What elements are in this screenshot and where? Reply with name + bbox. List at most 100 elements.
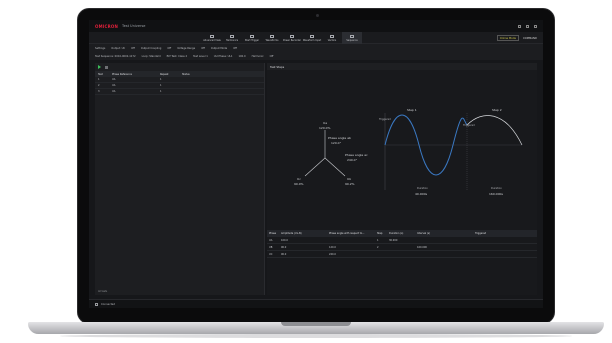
ribbon-bar: Advanced View Harmonics Start Trigger Wavef… [89, 32, 543, 44]
column-header[interactable]: Phase [269, 232, 281, 235]
column-header[interactable]: Phase angle with respect to... [329, 232, 377, 235]
table-cell: 1 [98, 78, 100, 81]
ribbon-tab-advanced-view[interactable]: Advanced View [202, 32, 222, 44]
column-header[interactable]: Duration (s) [389, 232, 417, 235]
laptop-notch [281, 322, 351, 326]
column-header[interactable]: Step [377, 232, 389, 235]
table-cell[interactable]: 100.0 [281, 239, 329, 242]
setting-field[interactable]: ULI Phase: UL1 [214, 55, 233, 58]
duration1-value: 40.000s [415, 192, 427, 196]
connection-icon [95, 302, 98, 306]
ribbon-tab-sequence[interactable]: Sequence [342, 32, 362, 44]
setting-field[interactable]: Harmonic [252, 55, 264, 58]
sequence-icon [350, 34, 354, 38]
table-cell[interactable]: 160.000 [417, 246, 475, 249]
laptop-stage: OMICRON Test Universe Advanced View Harmo… [0, 0, 612, 343]
user-label[interactable]: COMMAND [523, 37, 537, 40]
column-header[interactable]: Status [182, 73, 222, 76]
stop-icon[interactable] [105, 65, 108, 69]
table-cell: 3 [98, 90, 100, 93]
laptop-shadow [60, 334, 572, 338]
waveform-icon [270, 34, 274, 38]
window-controls [518, 24, 537, 28]
vector-icon [330, 34, 334, 38]
setting-field[interactable]: Off [131, 47, 135, 50]
table-cell[interactable]: 90.0 [281, 253, 329, 256]
step-parameter-table: Phase Amplitude (UL-N) Phase angle with re… [267, 230, 537, 295]
setting-field[interactable]: Voltage Range [177, 47, 195, 50]
table-row[interactable]: UC 90.0 240.0 [267, 251, 537, 258]
table-cell[interactable]: 120.0 [329, 246, 377, 249]
setting-field[interactable]: Test Sequence: 0010-0002-1172 [95, 55, 136, 58]
vector-and-waveform-plot: Ua 120.0% Phase angle ab 120.0° Phase an… [294, 108, 523, 196]
ribbon-tab-start-trigger[interactable]: Start Trigger [242, 32, 262, 44]
play-icon[interactable] [98, 65, 101, 69]
close-icon[interactable] [534, 24, 537, 28]
test-list-footer: All tests [98, 290, 108, 293]
column-header[interactable]: Interval (s) [417, 232, 475, 235]
table-cell[interactable]: UB [269, 246, 281, 249]
ribbon-tab-harmonics[interactable]: Harmonics [222, 32, 242, 44]
setting-field[interactable]: Off [233, 47, 237, 50]
ribbon-tab-waveform-input[interactable]: Waveform Input [302, 32, 322, 44]
setting-field[interactable]: Output Mode [211, 47, 227, 50]
setting-field[interactable]: ELT Test: Class 2 [167, 55, 187, 58]
phasor-diagram: Ua 120.0% Phase angle ab 120.0° Phase an… [294, 121, 368, 186]
ua-value: 120.0% [319, 126, 331, 130]
setting-field[interactable]: Off [167, 47, 171, 50]
minimize-icon[interactable] [518, 24, 521, 28]
setting-field[interactable]: Settings [95, 47, 105, 50]
sine-wave-step2 [466, 115, 523, 146]
table-cell[interactable]: UA [269, 239, 281, 242]
table-cell[interactable]: 90.0 [281, 246, 329, 249]
column-header[interactable]: Test [98, 73, 112, 76]
app-title: Test Universe [122, 24, 146, 28]
column-header[interactable]: Triggered [475, 232, 527, 235]
ribbon-tab-label: Start Trigger [244, 38, 260, 42]
uc-label: Uc [297, 177, 301, 181]
setting-field[interactable]: Output: UC [111, 47, 125, 50]
column-header[interactable]: Amplitude (UL-N) [281, 232, 329, 235]
panel-title: Test Steps [267, 63, 537, 70]
setting-field[interactable]: 100.0 [238, 55, 245, 58]
setting-field[interactable]: Loop: Standard [142, 55, 161, 58]
ribbon-tab-label: Advanced View [203, 38, 221, 42]
ribbon-tab-vectors[interactable]: Vectors [322, 32, 342, 44]
table-cell[interactable]: 2 [377, 246, 389, 249]
table-row[interactable]: UB 90.0 120.0 2 160.000 [267, 244, 537, 251]
app-logo: OMICRON [95, 23, 119, 29]
setting-field[interactable]: Off [201, 47, 205, 50]
ribbon-tab-label: Power Recorder [283, 38, 301, 42]
test-row[interactable]: 3 UA 1 [95, 89, 264, 95]
step1-label: Step 1 [407, 108, 417, 112]
step-table-rows: UA 100.0 1 30.000 UB 90.0 120.0 2 160.000 UC 90.0 2… [267, 237, 537, 258]
setting-field[interactable]: Off [270, 55, 274, 58]
table-cell: 1 [160, 90, 162, 93]
table-cell[interactable]: 1 [377, 239, 389, 242]
app-window: OMICRON Test Universe Advanced View Harmo… [89, 20, 543, 308]
ribbon-right: Online Mode COMMAND [496, 35, 537, 41]
setting-field[interactable]: Output Coupling [141, 47, 162, 50]
ribbon-tab-power-recorder[interactable]: Power Recorder [282, 32, 302, 44]
setting-field[interactable]: Test Level 1 [193, 55, 208, 58]
phasor-ub [324, 157, 346, 177]
table-cell: 1 [160, 84, 162, 87]
phase-ab-value: 120.0° [331, 141, 342, 145]
phasor-uc [304, 157, 326, 177]
table-cell[interactable]: 30.000 [389, 239, 417, 242]
table-row[interactable]: UA 100.0 1 30.000 [267, 237, 537, 244]
column-header[interactable]: Repeat [160, 73, 182, 76]
phase-ac-value: 240.0° [347, 158, 358, 162]
title-bar: OMICRON Test Universe [89, 20, 543, 32]
maximize-icon[interactable] [526, 24, 529, 28]
test-list-panel: Test Phase Reference Repeat Status 1 UA 1 2 UA 1… [95, 63, 265, 295]
mode-badge[interactable]: Online Mode [496, 35, 519, 41]
ub-value: 90.2% [345, 182, 355, 186]
table-cell[interactable]: UC [269, 253, 281, 256]
ribbon-tab-waveforms[interactable]: Waveforms [262, 32, 282, 44]
step2-label: Step 2 [492, 108, 502, 112]
recorder-icon [290, 34, 294, 38]
column-header[interactable]: Phase Reference [112, 73, 160, 76]
test-toolbar [95, 63, 264, 71]
table-cell[interactable]: 240.0 [329, 253, 377, 256]
